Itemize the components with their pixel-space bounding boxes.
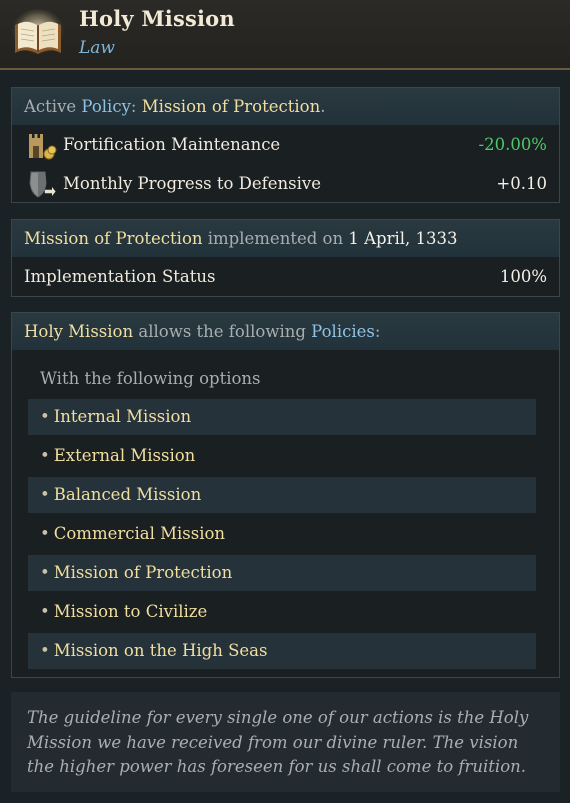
policies-link[interactable]: Policies: [311, 322, 375, 341]
policies-heading: Holy Mission allows the following Polici…: [12, 313, 559, 350]
effect-value: -20.00%: [478, 135, 548, 154]
active-policy-name[interactable]: Mission of Protection: [142, 97, 321, 116]
effect-label: Fortification Maintenance: [63, 135, 281, 154]
implementation-status-label: Implementation Status: [24, 267, 216, 286]
policy-option-label: Commercial Mission: [53, 524, 226, 543]
policy-option[interactable]: • Mission to Civilize: [28, 594, 536, 630]
policies-section: Holy Mission allows the following Polici…: [11, 312, 560, 678]
bullet: •: [40, 524, 50, 543]
implemented-policy-name[interactable]: Mission of Protection: [24, 229, 203, 248]
implementation-heading: Mission of Protection implemented on 1 A…: [12, 220, 559, 257]
policy-option[interactable]: • Internal Mission: [28, 399, 536, 435]
active-prefix: Active: [24, 97, 82, 116]
active-policy-section: Active Policy: Mission of Protection. Fo…: [11, 87, 560, 203]
allows-text: allows the following: [133, 322, 312, 341]
policy-option-label: External Mission: [53, 446, 196, 465]
effect-row: Fortification Maintenance -20.00%: [12, 125, 559, 164]
policy-option[interactable]: • Mission of Protection: [28, 555, 536, 591]
policy-option-label: Mission of Protection: [53, 563, 233, 582]
bullet: •: [40, 446, 50, 465]
policy-option-label: Balanced Mission: [53, 485, 202, 504]
shield-icon: [29, 171, 56, 198]
effect-row: Monthly Progress to Defensive +0.10: [12, 164, 559, 203]
bullet: •: [40, 563, 50, 582]
policy-option[interactable]: • Mission on the High Seas: [28, 633, 536, 669]
law-category: Law: [79, 38, 115, 58]
bullet: •: [40, 485, 50, 504]
implementation-section: Mission of Protection implemented on 1 A…: [11, 219, 560, 297]
bullet: •: [40, 407, 50, 426]
options-title: With the following options: [40, 369, 261, 388]
bullet: •: [40, 602, 50, 621]
policy-link[interactable]: Policy: [81, 97, 130, 116]
book-icon: [11, 9, 65, 57]
policy-option[interactable]: • Balanced Mission: [28, 477, 536, 513]
law-title: Holy Mission: [79, 6, 235, 31]
colon: :: [374, 322, 381, 341]
implementation-status-row: Implementation Status 100%: [12, 257, 559, 296]
fortification-icon: [29, 134, 57, 160]
policy-option-label: Mission on the High Seas: [53, 641, 268, 660]
tooltip-header: Holy Mission Law: [0, 0, 570, 70]
period: .: [320, 97, 326, 116]
bullet: •: [40, 641, 50, 660]
effect-value: +0.10: [496, 174, 547, 193]
policy-option-label: Mission to Civilize: [53, 602, 208, 621]
colon: :: [130, 97, 142, 116]
law-name[interactable]: Holy Mission: [24, 322, 133, 341]
policy-option-label: Internal Mission: [53, 407, 192, 426]
policy-option[interactable]: • External Mission: [28, 438, 536, 474]
policy-option[interactable]: • Commercial Mission: [28, 516, 536, 552]
implementation-status-value: 100%: [499, 267, 547, 286]
flavor-text: The guideline for every single one of ou…: [11, 692, 560, 792]
active-policy-heading: Active Policy: Mission of Protection.: [12, 88, 559, 125]
effect-label: Monthly Progress to Defensive: [63, 174, 322, 193]
implemented-on-text: implemented on: [202, 229, 349, 248]
implementation-date: 1 April, 1333: [348, 229, 458, 248]
